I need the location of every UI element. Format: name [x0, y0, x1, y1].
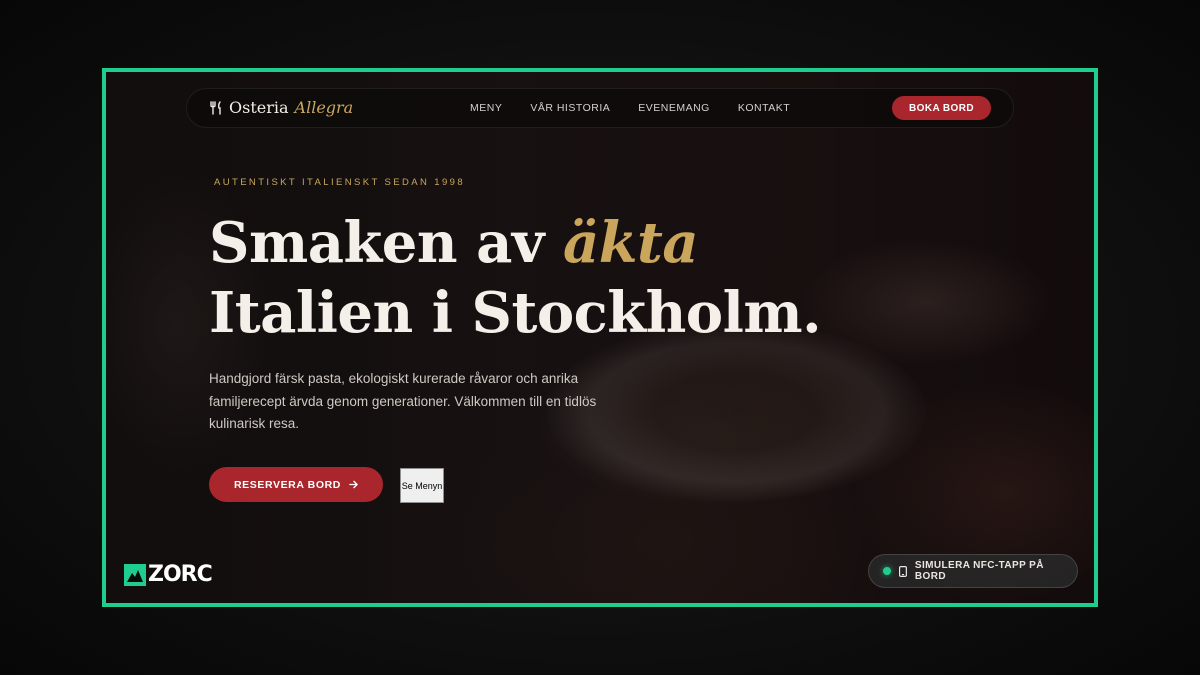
- boka-bord-button[interactable]: BOKA BORD: [892, 96, 991, 120]
- top-navbar: Osteria Allegra MENY VÅR HISTORIA EVENEM…: [186, 88, 1014, 128]
- zorc-logo-icon: [124, 564, 146, 586]
- reservera-bord-label: RESERVERA BORD: [233, 478, 341, 491]
- arrow-right-icon: [349, 480, 358, 489]
- status-dot-icon: [883, 567, 891, 575]
- nav-link-evenemang[interactable]: EVENEMANG: [638, 102, 710, 114]
- se-menyn-button[interactable]: Se Menyn: [400, 468, 444, 503]
- nav-link-meny[interactable]: MENY: [470, 102, 502, 114]
- zorc-watermark: ZORC: [124, 562, 213, 587]
- cutlery-icon: [210, 100, 221, 115]
- headline-line2: Italien i Stockholm.: [209, 280, 822, 346]
- nav-link-var-historia[interactable]: VÅR HISTORIA: [530, 102, 610, 114]
- reservera-bord-button[interactable]: RESERVERA BORD: [209, 467, 383, 502]
- headline-accent: äkta: [562, 210, 699, 276]
- hero-headline: Smaken av äkta Italien i Stockholm.: [209, 208, 822, 348]
- nav-link-kontakt[interactable]: KONTAKT: [738, 102, 790, 114]
- nfc-label: SIMULERA NFC-TAPP PÅ BORD: [914, 560, 1044, 582]
- brand-name-accent: Allegra: [294, 98, 354, 117]
- app-frame: Osteria Allegra MENY VÅR HISTORIA EVENEM…: [102, 68, 1098, 607]
- brand-logo[interactable]: Osteria Allegra: [209, 98, 353, 117]
- brand-name: Osteria: [229, 98, 289, 117]
- simulate-nfc-button[interactable]: SIMULERA NFC-TAPP PÅ BORD: [868, 554, 1078, 588]
- nav-links: MENY VÅR HISTORIA EVENEMANG KONTAKT: [470, 102, 790, 114]
- hero-description: Handgjord färsk pasta, ekologiskt kurera…: [209, 371, 597, 431]
- headline-line1: Smaken av: [209, 210, 544, 276]
- hero-eyebrow: AUTENTISKT ITALIENSKT SEDAN 1998: [214, 177, 466, 188]
- phone-icon: [898, 565, 907, 577]
- zorc-wordmark: ZORC: [148, 562, 213, 587]
